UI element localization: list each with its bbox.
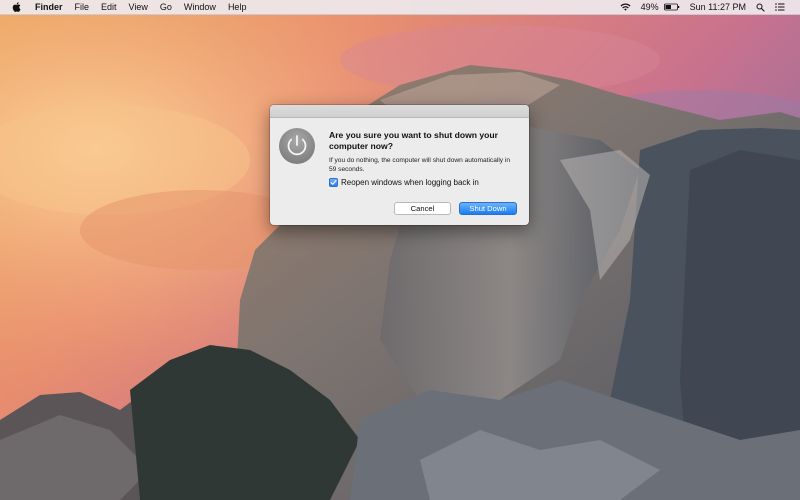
power-icon [279,128,315,164]
dialog-message: If you do nothing, the computer will shu… [329,157,511,173]
apple-icon[interactable] [12,2,29,12]
menu-bar: Finder File Edit View Go Window Help 49% [0,0,800,15]
notification-center-icon[interactable] [770,3,790,11]
reopen-windows-checkbox-row[interactable]: Reopen windows when logging back in [329,178,479,187]
checkmark-icon [330,179,337,185]
desktop-wallpaper [0,0,800,500]
shut-down-button[interactable]: Shut Down [459,202,517,215]
menu-edit[interactable]: Edit [95,0,123,14]
reopen-windows-label[interactable]: Reopen windows when logging back in [341,178,479,187]
shutdown-dialog: Are you sure you want to shut down your … [270,105,529,225]
reopen-windows-checkbox[interactable] [329,178,338,187]
cancel-button[interactable]: Cancel [394,202,451,215]
clock[interactable]: Sun 11:27 PM [685,0,751,14]
dialog-titlebar[interactable] [270,105,529,118]
menu-file[interactable]: File [69,0,96,14]
dialog-title: Are you sure you want to shut down your … [329,130,499,151]
battery-percent[interactable]: 49% [636,0,664,14]
spotlight-search-icon[interactable] [751,3,770,12]
desktop: Finder File Edit View Go Window Help 49% [0,0,800,500]
menu-view[interactable]: View [123,0,154,14]
menu-window[interactable]: Window [178,0,222,14]
battery-icon[interactable] [663,3,685,11]
wifi-icon[interactable] [615,3,636,12]
menu-help[interactable]: Help [222,0,253,14]
menu-finder[interactable]: Finder [29,0,69,14]
menu-go[interactable]: Go [154,0,178,14]
